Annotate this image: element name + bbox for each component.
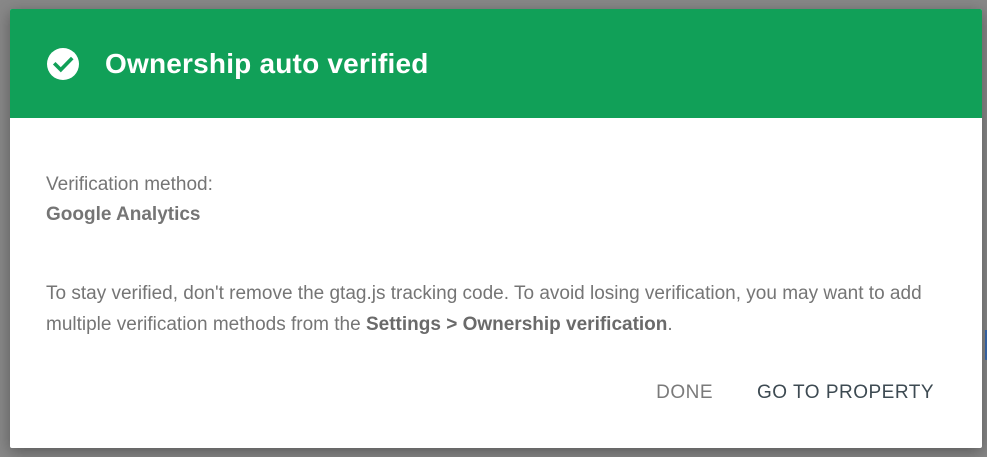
go-to-property-button[interactable]: GO TO PROPERTY bbox=[745, 374, 946, 412]
info-text-part2: . bbox=[667, 314, 673, 335]
dialog-header: Ownership auto verified bbox=[10, 9, 982, 118]
dialog-body: Verification method: Google Analytics To… bbox=[10, 118, 982, 340]
dialog-actions: DONE GO TO PROPERTY bbox=[644, 374, 946, 412]
dialog-title: Ownership auto verified bbox=[105, 47, 429, 79]
done-button[interactable]: DONE bbox=[644, 374, 725, 412]
settings-path-text: Settings > Ownership verification bbox=[365, 314, 668, 335]
check-circle-icon bbox=[46, 47, 80, 81]
verification-method-label: Verification method: bbox=[46, 174, 213, 195]
verification-method-value: Google Analytics bbox=[46, 204, 201, 225]
verification-info-text: To stay verified, don't remove the gtag.… bbox=[46, 278, 936, 340]
ownership-verified-dialog: Ownership auto verified Verification met… bbox=[10, 9, 982, 448]
